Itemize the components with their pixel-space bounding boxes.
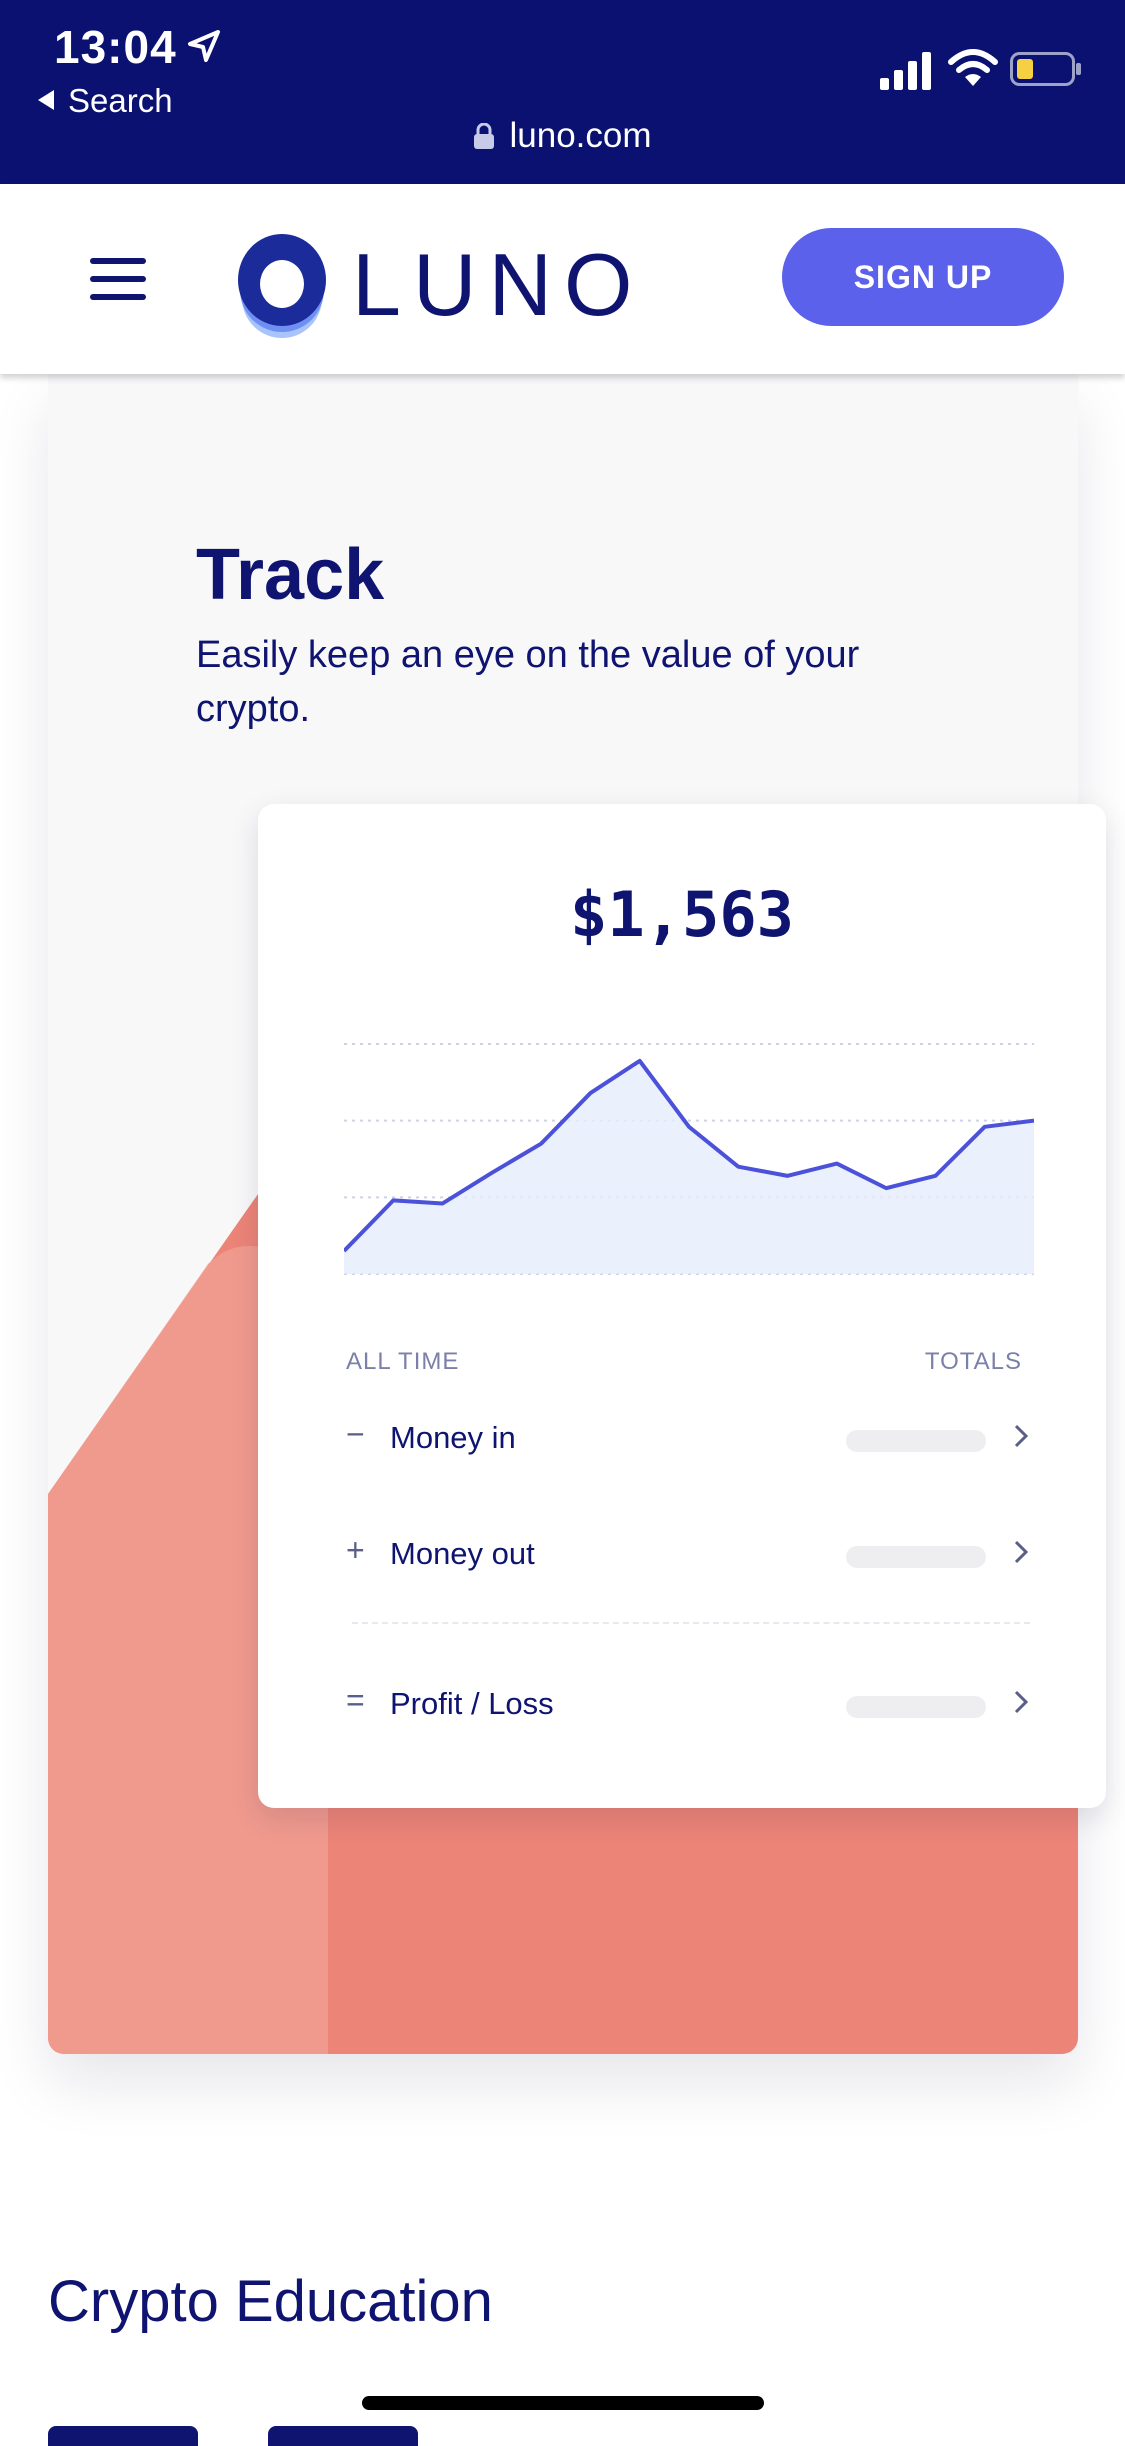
crypto-education-heading: Crypto Education xyxy=(48,2268,493,2335)
portfolio-widget: $1,563 ALL TIME TOTALS − Money in + Mone… xyxy=(258,804,1106,1808)
url-text: luno.com xyxy=(509,116,651,155)
site-header: LUNO SIGN UP xyxy=(0,184,1125,374)
chevron-right-icon xyxy=(1014,1690,1028,1714)
value-chart xyxy=(344,1034,1034,1284)
address-bar[interactable]: luno.com xyxy=(0,116,1125,156)
back-label: Search xyxy=(68,82,173,119)
brand-wordmark[interactable]: LUNO xyxy=(352,234,645,336)
home-indicator[interactable] xyxy=(362,2396,764,2410)
portfolio-value: $1,563 xyxy=(258,878,1106,951)
plus-icon: + xyxy=(346,1532,370,1569)
all-time-label: ALL TIME xyxy=(346,1348,459,1376)
feature-title: Track xyxy=(196,534,384,616)
profit-loss-label: Profit / Loss xyxy=(390,1686,554,1722)
value-placeholder xyxy=(846,1696,986,1718)
wifi-icon xyxy=(948,48,998,88)
profit-loss-row[interactable]: = Profit / Loss xyxy=(346,1674,1036,1734)
feature-description: Easily keep an eye on the value of your … xyxy=(196,628,956,736)
battery-icon xyxy=(1010,52,1082,86)
money-out-row[interactable]: + Money out xyxy=(346,1524,1036,1584)
money-in-row[interactable]: − Money in xyxy=(346,1408,1036,1468)
divider xyxy=(352,1622,1030,1624)
value-placeholder xyxy=(846,1430,986,1452)
chart-area-fill xyxy=(344,1061,1034,1274)
menu-icon[interactable] xyxy=(90,258,146,300)
money-in-label: Money in xyxy=(390,1420,516,1456)
equals-icon: = xyxy=(346,1682,370,1719)
sign-up-button[interactable]: SIGN UP xyxy=(782,228,1064,326)
lock-icon xyxy=(473,123,495,149)
luno-logo-icon[interactable] xyxy=(236,224,328,340)
totals-label: TOTALS xyxy=(925,1348,1022,1376)
status-time: 13:04 xyxy=(54,20,177,74)
minus-icon: − xyxy=(346,1416,370,1453)
money-out-label: Money out xyxy=(390,1536,535,1572)
back-to-search[interactable]: Search xyxy=(38,82,173,120)
chevron-right-icon xyxy=(1014,1424,1028,1448)
location-arrow-icon xyxy=(184,26,224,66)
chevron-right-icon xyxy=(1014,1540,1028,1564)
value-placeholder xyxy=(846,1546,986,1568)
cellular-signal-icon xyxy=(880,50,936,90)
status-bar: 13:04 Search luno.com xyxy=(0,0,1125,184)
back-arrow-icon xyxy=(38,90,54,110)
